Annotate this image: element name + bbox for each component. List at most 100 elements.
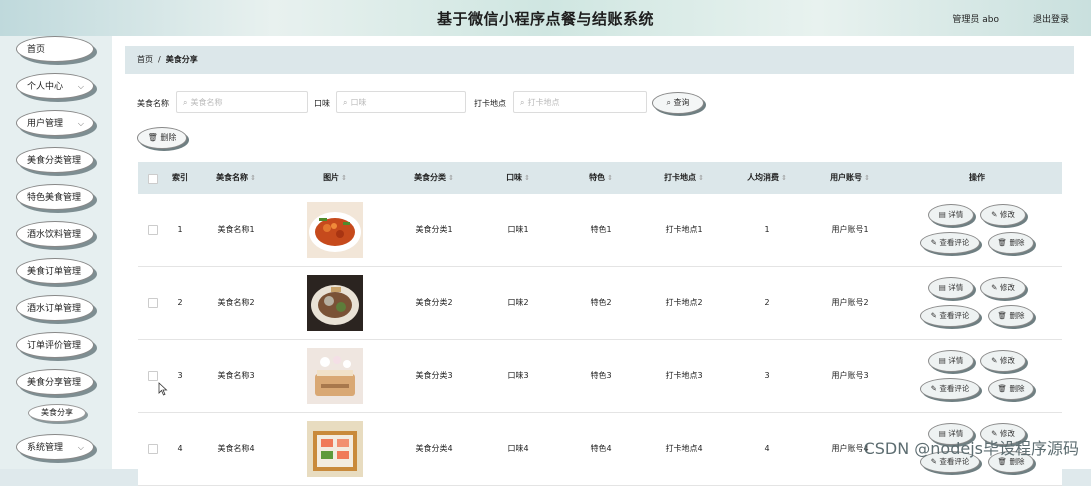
logout-link[interactable]: 退出登录: [1033, 12, 1069, 25]
detail-label: 详情: [948, 283, 964, 292]
sort-icon: ⇕: [781, 174, 787, 182]
breadcrumb-home[interactable]: 首页: [137, 55, 153, 64]
query-button[interactable]: ⌕ 查询: [652, 92, 704, 114]
taste-label: 口味: [314, 99, 330, 108]
sidebar-item-food-category[interactable]: 美食分类管理: [16, 147, 94, 173]
sidebar-item-system[interactable]: 系统管理 ⌵: [16, 434, 94, 460]
edit-label: 修改: [999, 210, 1015, 219]
cell-feature: 特色2: [590, 298, 612, 307]
cell-location: 打卡地点2: [665, 298, 703, 307]
sort-icon: ⇕: [250, 174, 256, 182]
sidebar-item-label: 酒水订单管理: [27, 304, 82, 314]
sidebar-item-special-food[interactable]: 特色美食管理: [16, 184, 94, 210]
view-comments-button[interactable]: ✎ 查看评论: [920, 232, 980, 254]
sidebar-item-label: 美食分享管理: [27, 378, 82, 388]
detail-button[interactable]: ▤ 详情: [928, 277, 974, 299]
table-row: 1 美食名称1 美食分类1 口味1 特色1 打卡地点1 1 用户账号1 ▤ 详情…: [138, 194, 1062, 267]
edit-button[interactable]: ✎ 修改: [980, 350, 1026, 372]
sort-icon: ⇕: [698, 174, 704, 182]
col-category[interactable]: 美食分类 ⇕: [392, 162, 476, 194]
view-comments-button[interactable]: ✎ 查看评论: [920, 305, 980, 327]
row-checkbox[interactable]: [148, 444, 158, 454]
col-actions: 操作: [969, 173, 985, 182]
sidebar-item-drinks[interactable]: 酒水饮料管理: [16, 221, 94, 247]
detail-label: 详情: [948, 356, 964, 365]
food-name-placeholder: 美食名称: [190, 98, 223, 107]
detail-button[interactable]: ▤ 详情: [928, 204, 974, 226]
batch-delete-button[interactable]: 🗑 删除: [137, 127, 187, 149]
edit-label: 修改: [999, 283, 1015, 292]
cell-food-name: 美食名称2: [217, 298, 255, 307]
edit-button[interactable]: ✎ 修改: [980, 277, 1026, 299]
edit-button[interactable]: ✎ 修改: [980, 204, 1026, 226]
col-label: 图片: [323, 173, 340, 182]
location-input[interactable]: ⌕ 打卡地点: [513, 91, 647, 113]
sidebar-item-personal-center[interactable]: 个人中心 ⌵: [16, 73, 94, 99]
query-button-label: 查询: [673, 98, 690, 107]
col-taste[interactable]: 口味 ⇕: [476, 162, 560, 194]
col-label: 美食分类: [414, 173, 447, 182]
sidebar-item-food-orders[interactable]: 美食订单管理: [16, 258, 94, 284]
cell-category: 美食分类2: [415, 298, 453, 307]
sidebar-item-label: 用户管理: [27, 119, 64, 129]
table-row: 2 美食名称2 美食分类2 口味2 特色2 打卡地点2 2 用户账号2 ▤ 详情…: [138, 267, 1062, 340]
cell-location: 打卡地点3: [665, 371, 703, 380]
sidebar-item-food-sharing[interactable]: 美食分享管理: [16, 369, 94, 395]
watermark: CSDN @nodejs毕设程序源码: [863, 439, 1079, 458]
col-food-name[interactable]: 美食名称 ⇕: [194, 162, 278, 194]
cell-index: 1: [177, 225, 183, 234]
taste-input[interactable]: ⌕ 口味: [336, 91, 466, 113]
detail-button[interactable]: ▤ 详情: [928, 350, 974, 372]
cell-location: 打卡地点1: [665, 225, 703, 234]
sidebar-item-home[interactable]: 首页: [16, 36, 94, 62]
cell-avg-spend: 4: [764, 444, 770, 453]
sort-icon: ⇕: [864, 174, 870, 182]
row-checkbox[interactable]: [148, 371, 158, 381]
location-placeholder: 打卡地点: [527, 98, 560, 107]
col-avg-spend[interactable]: 人均消费 ⇕: [726, 162, 808, 194]
view-comments-button[interactable]: ✎ 查看评论: [920, 378, 980, 400]
mouse-cursor-icon: [158, 382, 168, 396]
delete-button[interactable]: 🗑 删除: [988, 305, 1034, 327]
sidebar-subitem-food-share[interactable]: 美食分享: [28, 404, 86, 422]
view-comments-label: 查看评论: [939, 384, 970, 393]
delete-button[interactable]: 🗑 删除: [988, 378, 1034, 400]
cell-index: 4: [177, 444, 183, 453]
delete-button[interactable]: 🗑 删除: [988, 232, 1034, 254]
sidebar-item-label: 首页: [27, 45, 46, 55]
cell-category: 美食分类1: [415, 225, 453, 234]
col-label: 打卡地点: [664, 173, 697, 182]
select-all-checkbox[interactable]: [148, 174, 158, 184]
cell-food-name: 美食名称3: [217, 371, 255, 380]
col-feature[interactable]: 特色 ⇕: [560, 162, 642, 194]
sidebar-item-label: 酒水饮料管理: [27, 230, 82, 240]
table-header: 索引 美食名称 ⇕ 图片 ⇕ 美食分类 ⇕ 口味 ⇕ 特色 ⇕ 打卡地点 ⇕ 人均消费 ⇕ 用…: [138, 162, 1062, 194]
cell-category: 美食分类3: [415, 371, 453, 380]
col-location[interactable]: 打卡地点 ⇕: [642, 162, 726, 194]
cell-feature: 特色4: [590, 444, 612, 453]
row-checkbox[interactable]: [148, 298, 158, 308]
cell-category: 美食分类4: [415, 444, 453, 453]
view-comments-label: 查看评论: [939, 238, 970, 247]
cell-taste: 口味4: [507, 444, 529, 453]
sidebar: 首页 个人中心 ⌵ 用户管理 ⌵ 美食分类管理 特色美食管理 酒水饮料管理 美食订单…: [0, 36, 112, 469]
delete-label: 删除: [1009, 384, 1025, 393]
admin-user-label: 管理员 abo: [952, 15, 999, 25]
main-content: 首页 / 美食分享 美食名称 ⌕ 美食名称 口味 ⌕ 口味 打卡地点 ⌕ 打卡地点 ⌕ 查…: [112, 36, 1091, 486]
sidebar-item-drink-orders[interactable]: 酒水订单管理: [16, 295, 94, 321]
chevron-down-icon: ⌵: [77, 82, 84, 91]
food-name-label: 美食名称: [137, 99, 169, 108]
col-account[interactable]: 用户账号 ⇕: [808, 162, 892, 194]
sidebar-item-label: 订单评价管理: [27, 341, 82, 351]
row-checkbox[interactable]: [148, 225, 158, 235]
search-icon: ⌕: [520, 98, 525, 107]
search-icon: ⌕: [666, 98, 674, 107]
sidebar-item-order-reviews[interactable]: 订单评价管理: [16, 332, 94, 358]
sort-icon: ⇕: [607, 174, 613, 182]
col-index: 索引: [172, 173, 188, 182]
sidebar-item-user-management[interactable]: 用户管理 ⌵: [16, 110, 94, 136]
food-name-input[interactable]: ⌕ 美食名称: [176, 91, 308, 113]
cell-avg-spend: 1: [764, 225, 770, 234]
col-image[interactable]: 图片 ⇕: [278, 162, 392, 194]
sidebar-item-label: 美食分类管理: [27, 156, 82, 166]
